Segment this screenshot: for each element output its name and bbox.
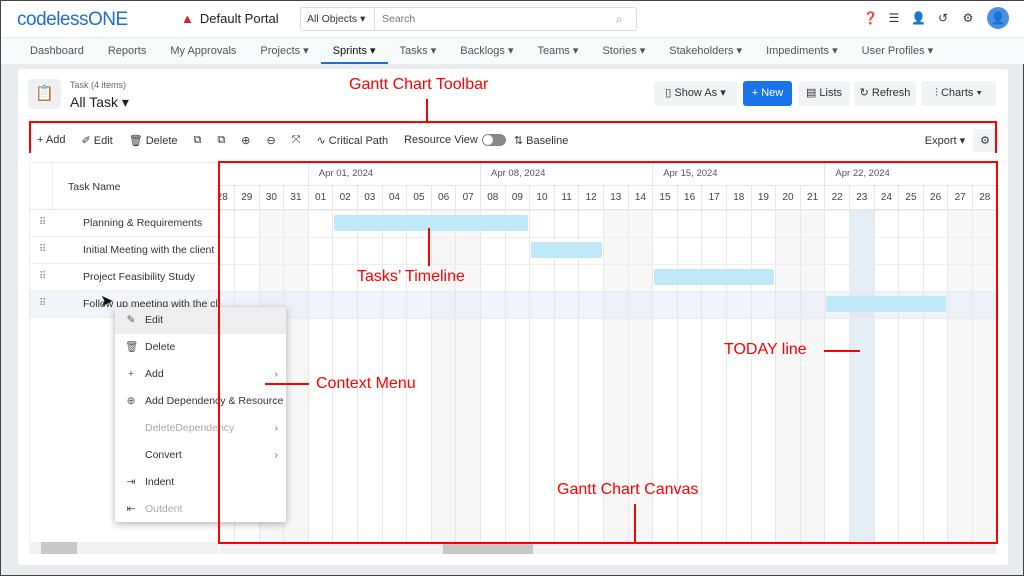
nav-item[interactable]: Impediments ▾ [754, 38, 850, 64]
drag-handle-icon[interactable]: ⠿ [39, 210, 46, 236]
nav-item[interactable]: My Approvals [158, 38, 248, 64]
search-scope-label: All Objects [307, 13, 358, 25]
menu-item-label: Convert [145, 449, 182, 461]
annotation-timeline: Tasks’ Timeline [357, 268, 465, 285]
show-as-button[interactable]: ▯ Show As ▾ [654, 81, 737, 106]
add-user-icon[interactable]: 👤 [911, 11, 926, 25]
annotation-line [426, 99, 428, 121]
nav-item[interactable]: Teams ▾ [525, 38, 590, 64]
task-name: Planning & Requirements [83, 217, 203, 229]
task-name: Initial Meeting with the client [83, 244, 215, 256]
annotation-canvas: Gantt Chart Canvas [557, 481, 699, 498]
annotation-line [265, 383, 309, 385]
annotation-line [824, 350, 860, 352]
grid-header: Task Name [30, 162, 219, 210]
settings-icon[interactable]: ⚙ [961, 11, 975, 25]
global-search: All Objects ▾ ⌕ [300, 7, 637, 31]
grid-scroll-thumb[interactable] [41, 542, 77, 554]
task-row[interactable]: ⠿ Planning & Requirements [30, 210, 219, 237]
history-icon[interactable]: ↺ [936, 11, 950, 25]
plus-circle-icon: ⊕ [126, 395, 136, 407]
drag-handle-icon[interactable]: ⠿ [39, 291, 46, 317]
lists-button[interactable]: ▤ Lists [798, 81, 850, 106]
view-selector[interactable]: All Task ▾ [70, 94, 129, 111]
search-icon[interactable]: ⌕ [616, 12, 636, 27]
nav-item[interactable]: User Profiles ▾ [850, 38, 946, 64]
menu-item-label: Outdent [145, 503, 183, 515]
menu-item-label: Indent [145, 476, 175, 488]
pencil-icon: ✎ [126, 314, 136, 326]
search-input[interactable] [375, 13, 616, 25]
annotation-toolbar: Gantt Chart Toolbar [349, 76, 489, 93]
trash-icon: 🗑 [125, 341, 139, 353]
drag-handle-icon[interactable]: ⠿ [39, 237, 46, 263]
database-icon[interactable]: ☰ [887, 11, 901, 25]
logo[interactable]: codelessONE [17, 9, 128, 31]
mouse-cursor: ➤ [100, 293, 114, 310]
grid-scrollbar[interactable] [29, 542, 219, 554]
nav-item[interactable]: Stories ▾ [590, 38, 657, 64]
drag-handle-icon[interactable]: ⠿ [39, 264, 46, 290]
column-header-task-name[interactable]: Task Name [68, 181, 121, 193]
nav-item[interactable]: Projects ▾ [248, 38, 320, 64]
nav-item[interactable]: Backlogs ▾ [448, 38, 525, 64]
avatar[interactable]: 👤 [987, 7, 1009, 29]
task-name: Project Feasibility Study [83, 271, 196, 283]
nav-item[interactable]: Tasks ▾ [388, 38, 449, 64]
toolbar-highlight [29, 121, 997, 153]
main-nav: Dashboard Reports My Approvals Projects ▾ Sp… [1, 37, 1024, 64]
menu-item-label: Edit [145, 314, 164, 326]
task-row[interactable]: ⠿ Initial Meeting with the client [30, 237, 219, 264]
refresh-button[interactable]: ↻ Refresh [854, 81, 916, 106]
indent-icon: ⇥ [126, 476, 136, 488]
item-count: Task (4 items) [70, 80, 127, 90]
nav-item[interactable]: Dashboard [18, 38, 96, 64]
search-scope-dropdown[interactable]: All Objects ▾ [301, 8, 375, 30]
annotation-line [428, 228, 430, 266]
annotation-today: TODAY line [724, 341, 807, 358]
nav-item[interactable]: Stakeholders ▾ [657, 38, 754, 64]
portal-switcher[interactable]: ▲ Default Portal [181, 11, 279, 26]
nav-item[interactable]: Sprints ▾ [320, 38, 388, 64]
new-button[interactable]: + New [743, 81, 792, 106]
portal-name: Default Portal [199, 11, 279, 26]
menu-item-label: Delete [145, 341, 176, 353]
menu-item-label: Add [145, 368, 164, 380]
charts-button[interactable]: ⫶ Charts ▾ [921, 81, 996, 106]
plus-icon: + [127, 368, 135, 380]
task-view-icon: 📋 [28, 79, 61, 109]
annotation-context-menu: Context Menu [316, 375, 416, 392]
annotation-line [634, 504, 636, 542]
task-row[interactable]: ⠿ Project Feasibility Study [30, 264, 219, 291]
portal-icon: ▲ [181, 11, 194, 26]
nav-item[interactable]: Reports [96, 38, 159, 64]
help-icon[interactable]: ❓ [863, 11, 878, 25]
outdent-icon: ⇤ [126, 503, 136, 515]
